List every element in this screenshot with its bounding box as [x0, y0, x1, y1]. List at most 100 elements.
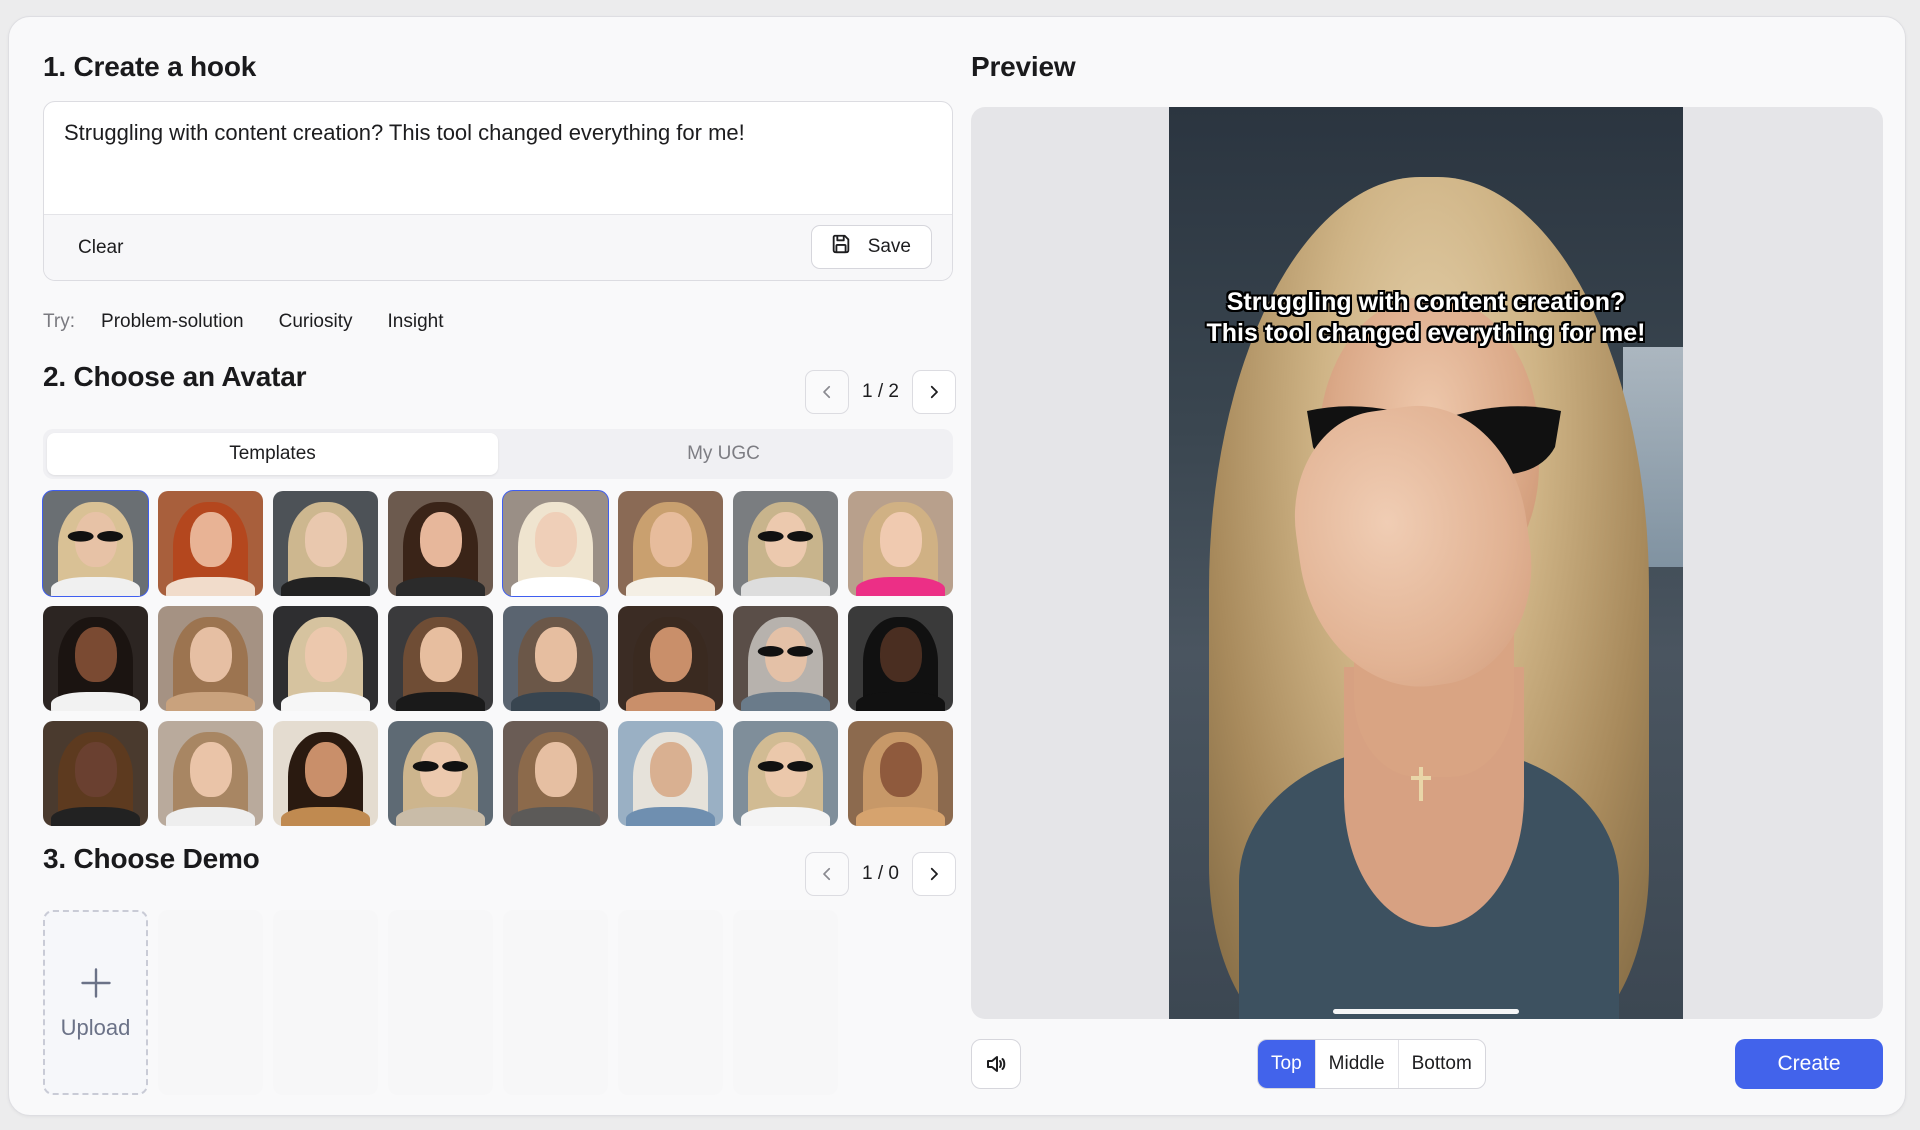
position-top-button[interactable]: Top [1258, 1040, 1315, 1088]
avatar-thumbnail[interactable] [388, 491, 493, 596]
demo-placeholder [273, 910, 378, 1095]
avatar-body [396, 577, 485, 596]
avatar-face [534, 627, 577, 682]
avatar-thumbnail[interactable] [503, 721, 608, 826]
tab-my-ugc[interactable]: My UGC [498, 433, 949, 475]
avatar-body [626, 807, 715, 826]
avatar-body [626, 577, 715, 596]
avatar-grid [42, 490, 957, 826]
avatar-thumbnail[interactable] [388, 606, 493, 711]
avatar-tabs: Templates My UGC [43, 429, 953, 479]
avatar-thumbnail[interactable] [503, 606, 608, 711]
avatar-thumbnail[interactable] [273, 491, 378, 596]
avatar-face [74, 742, 117, 797]
video-caption: Struggling with content creation? This t… [1206, 288, 1646, 347]
avatar-body [281, 577, 370, 596]
avatar-thumbnail[interactable] [618, 491, 723, 596]
avatar-thumbnail[interactable] [43, 606, 148, 711]
upload-label: Upload [60, 1014, 131, 1040]
avatar-thumbnail[interactable] [502, 490, 609, 597]
avatar-thumbnail[interactable] [848, 606, 953, 711]
preview-title: Preview [971, 51, 1076, 82]
avatar-body [741, 692, 830, 711]
avatar-face [304, 627, 347, 682]
avatar-thumbnail[interactable] [158, 491, 263, 596]
suggestion-insight[interactable]: Insight [388, 311, 444, 333]
avatar-face [649, 627, 692, 682]
avatar-body [856, 577, 945, 596]
avatar-prev-button[interactable] [805, 370, 849, 414]
demo-next-button[interactable] [912, 852, 956, 896]
suggestion-curiosity[interactable]: Curiosity [279, 311, 353, 333]
position-bottom-button[interactable]: Bottom [1397, 1040, 1485, 1088]
chevron-right-icon [930, 385, 938, 399]
avatar-thumbnail[interactable] [42, 490, 149, 597]
demo-placeholder [733, 910, 838, 1095]
sunglasses-icon [757, 530, 814, 542]
app-window: 1. Create a hook Struggling with content… [8, 16, 1906, 1116]
chevron-right-icon [930, 867, 938, 881]
try-label: Try: [43, 311, 76, 332]
demo-prev-button[interactable] [805, 852, 849, 896]
avatar-thumbnail[interactable] [618, 606, 723, 711]
volume-button[interactable] [971, 1039, 1021, 1089]
avatar-face [74, 627, 117, 682]
avatar-thumbnail[interactable] [618, 721, 723, 826]
avatar-face [534, 742, 577, 797]
avatar-thumbnail[interactable] [848, 721, 953, 826]
avatar-face [419, 627, 462, 682]
avatar-face [189, 512, 232, 567]
avatar-face [189, 742, 232, 797]
avatar-thumbnail[interactable] [848, 491, 953, 596]
avatar-body [511, 807, 600, 826]
avatar-thumbnail[interactable] [43, 721, 148, 826]
avatar-body [396, 692, 485, 711]
avatar-body [166, 807, 255, 826]
demo-placeholder [388, 910, 493, 1095]
avatar-body [856, 807, 945, 826]
volume-icon [987, 1056, 1006, 1072]
sunglasses-icon [757, 760, 814, 772]
avatar-body [51, 692, 140, 711]
avatar-thumbnail[interactable] [158, 606, 263, 711]
avatar-face [879, 512, 922, 567]
create-button[interactable]: Create [1735, 1039, 1883, 1089]
avatar-body [281, 807, 370, 826]
avatar-body [511, 577, 600, 596]
avatar-thumbnail[interactable] [273, 606, 378, 711]
avatar-body [511, 692, 600, 711]
upload-demo-button[interactable]: Upload [43, 910, 148, 1095]
preview-video[interactable]: Struggling with content creation? This t… [1169, 107, 1683, 1019]
avatar-thumbnail[interactable] [273, 721, 378, 826]
avatar-body [166, 692, 255, 711]
cross-necklace-icon [1411, 767, 1431, 801]
avatar-thumbnail[interactable] [733, 606, 838, 711]
avatar-face [534, 512, 577, 567]
video-progress-bar[interactable] [1333, 1009, 1519, 1014]
avatar-thumbnail[interactable] [733, 491, 838, 596]
demo-placeholder [158, 910, 263, 1095]
save-icon [830, 233, 852, 261]
clear-button[interactable]: Clear [66, 226, 135, 270]
chevron-left-icon [823, 867, 831, 881]
avatar-body [166, 577, 255, 596]
tab-templates[interactable]: Templates [47, 433, 498, 475]
avatar-body [626, 692, 715, 711]
avatar-face [649, 512, 692, 567]
avatar-thumbnail[interactable] [388, 721, 493, 826]
avatar-section-title: 2. Choose an Avatar [43, 361, 307, 392]
chevron-left-icon [823, 385, 831, 399]
avatar-thumbnail[interactable] [733, 721, 838, 826]
demo-section-title: 3. Choose Demo [43, 843, 260, 874]
caption-position-selector: Top Middle Bottom [1257, 1039, 1486, 1089]
position-middle-button[interactable]: Middle [1314, 1040, 1398, 1088]
avatar-next-button[interactable] [912, 370, 956, 414]
suggestion-problem-solution[interactable]: Problem-solution [101, 311, 244, 333]
avatar-body [856, 692, 945, 711]
avatar-body [281, 692, 370, 711]
avatar-face [879, 627, 922, 682]
avatar-thumbnail[interactable] [158, 721, 263, 826]
save-button[interactable]: Save [810, 225, 932, 269]
hook-textarea[interactable]: Struggling with content creation? This t… [64, 118, 932, 148]
left-panel: 1. Create a hook Struggling with content… [35, 17, 956, 1115]
